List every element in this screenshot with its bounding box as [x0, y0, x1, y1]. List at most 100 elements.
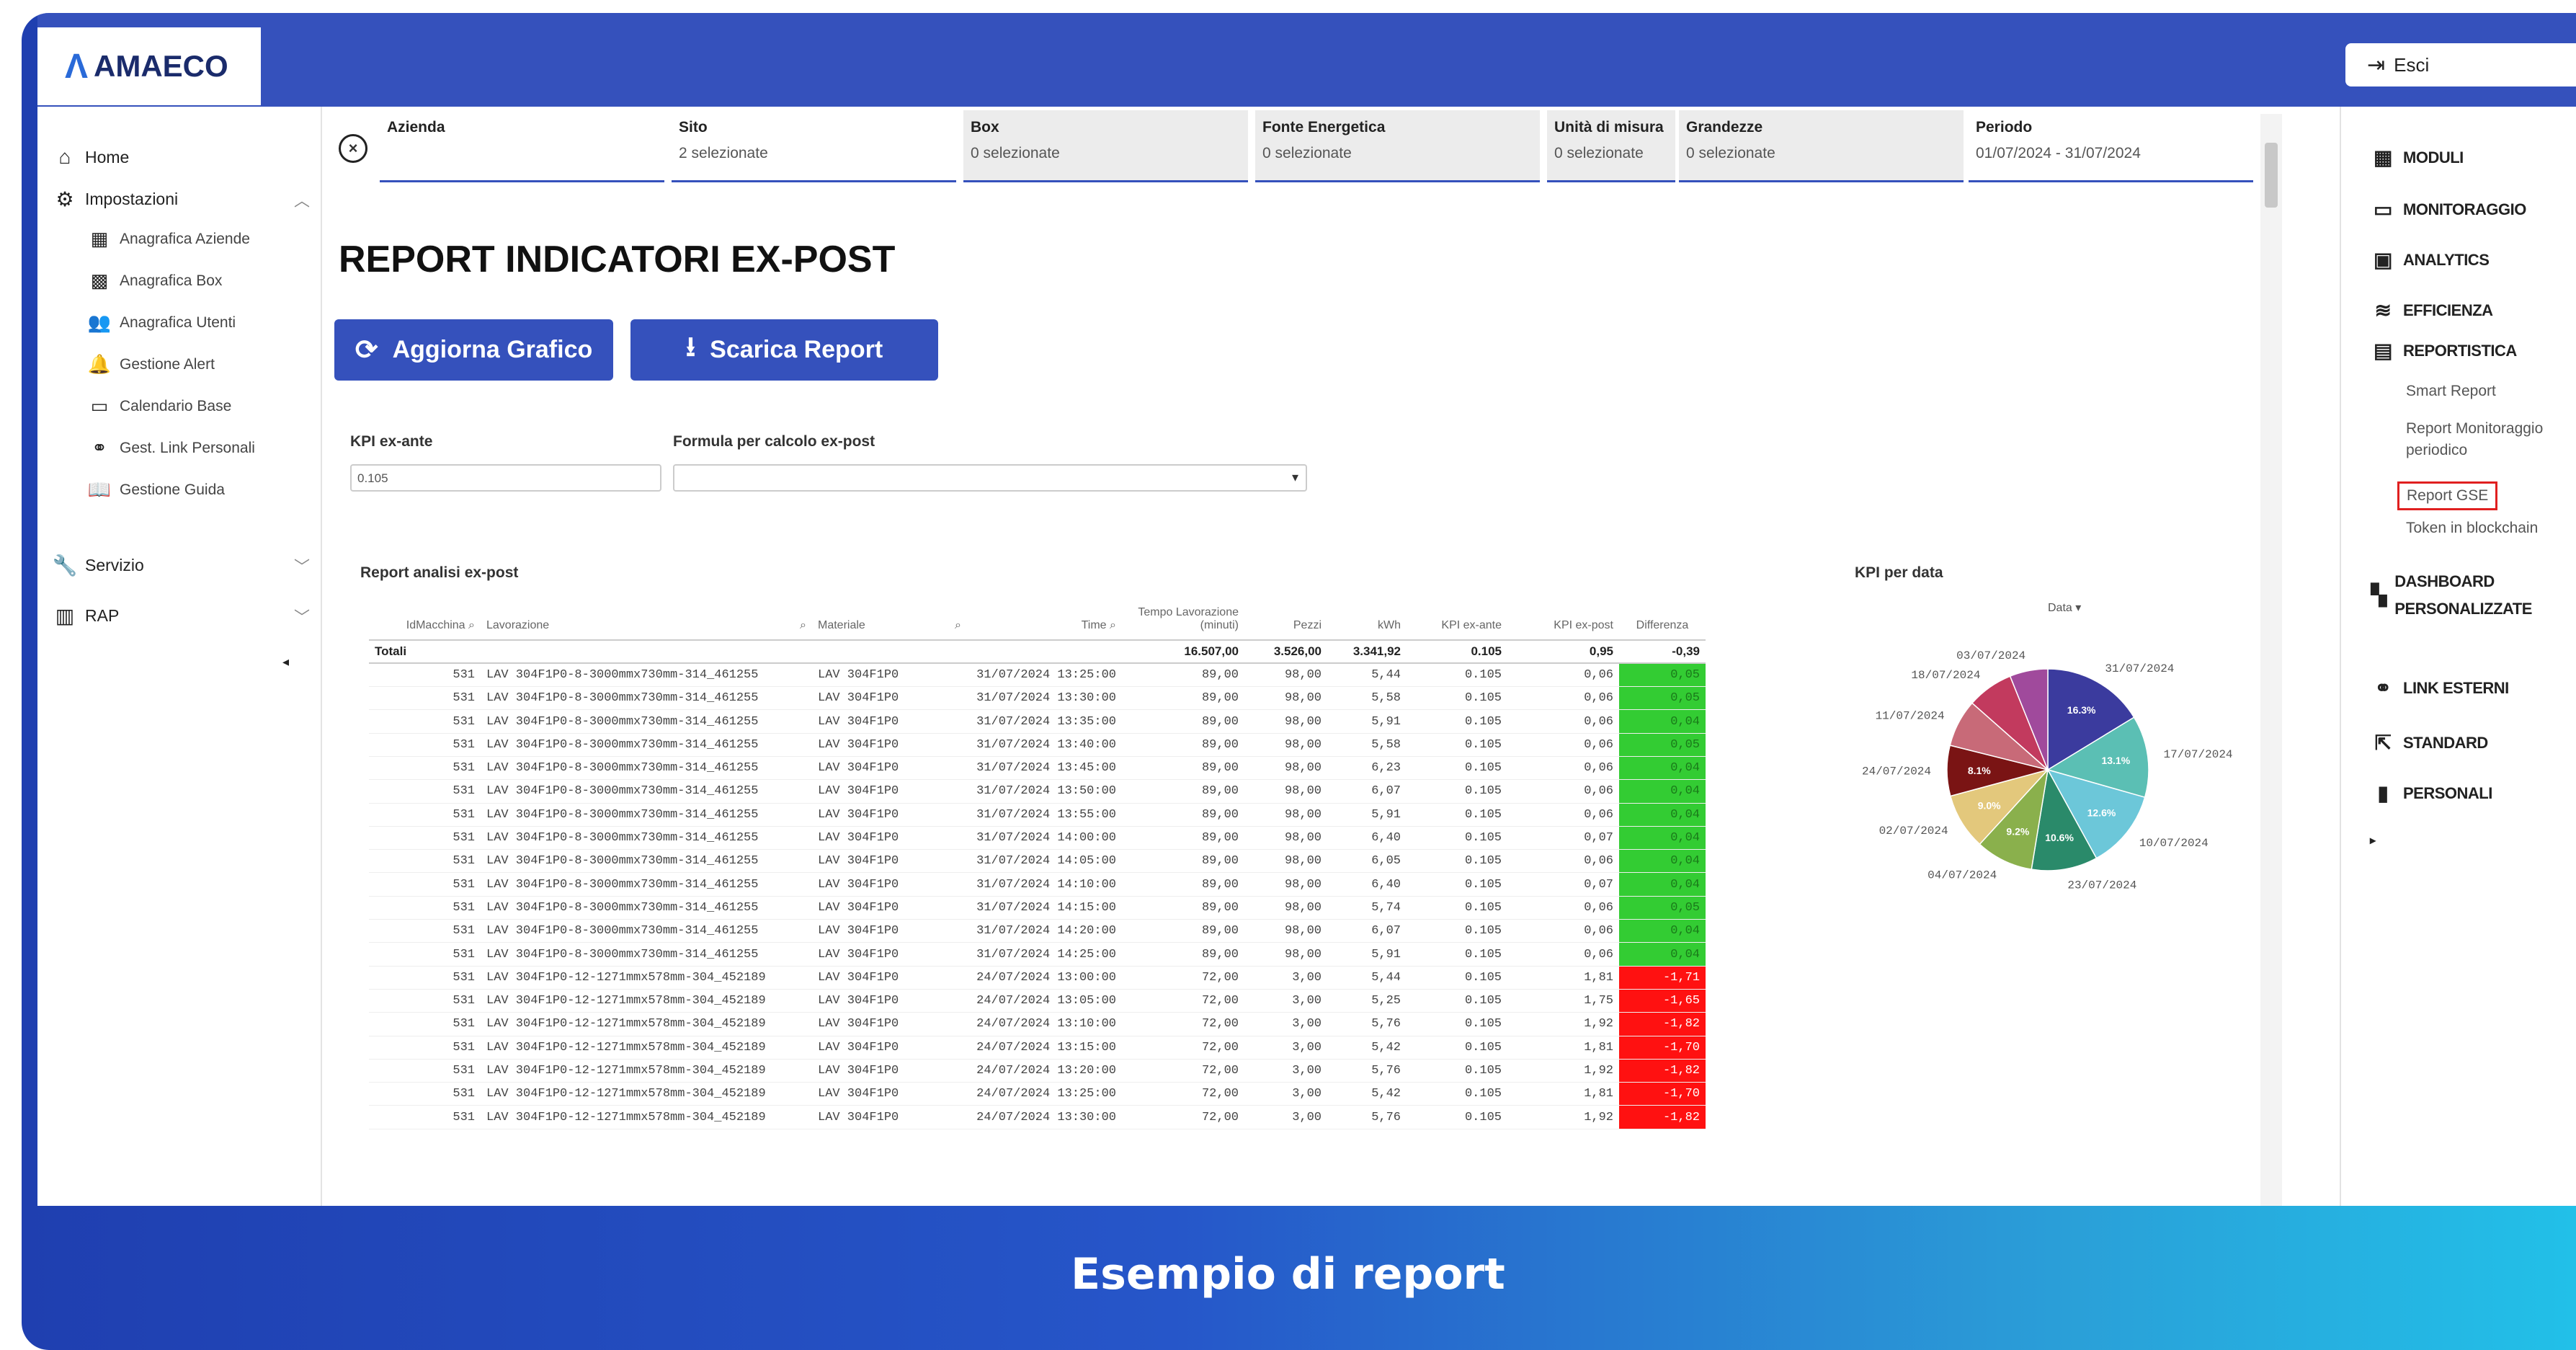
- search-icon[interactable]: ⌕: [1110, 619, 1116, 631]
- filter-sito[interactable]: Sito 2 selezionate: [672, 110, 956, 182]
- table-cell: 98,00: [1244, 826, 1327, 851]
- table-row[interactable]: 531 LAV 304F1P0-8-3000mmx730mm-314_461255…: [369, 919, 1706, 943]
- table-cell: 531: [369, 1082, 481, 1106]
- table-row[interactable]: 531 LAV 304F1P0-8-3000mmx730mm-314_461255…: [369, 826, 1706, 851]
- table-cell: 0.105: [1407, 826, 1507, 851]
- menu-smart-report[interactable]: Smart Report: [2406, 381, 2496, 402]
- sidebar-item-gestione-alert[interactable]: 🔔 Gestione Alert: [85, 353, 215, 376]
- filter-box[interactable]: Box 0 selezionate: [963, 110, 1248, 182]
- menu-monitoraggio[interactable]: ▭ MONITORAGGIO: [2370, 197, 2526, 221]
- filter-unita-di-misura[interactable]: Unità di misura 0 selezionate: [1547, 110, 1675, 182]
- table-row[interactable]: 531 LAV 304F1P0-8-3000mmx730mm-314_461255…: [369, 896, 1706, 920]
- menu-analytics[interactable]: ▣ ANALYTICS: [2370, 248, 2490, 272]
- sidebar-item-impostazioni[interactable]: ⚙ Impostazioni ︿: [50, 187, 310, 211]
- table-row[interactable]: 531 LAV 304F1P0-8-3000mmx730mm-314_461255…: [369, 663, 1706, 688]
- slice-date-label: 24/07/2024: [1862, 765, 1931, 778]
- collapse-sidebar-button[interactable]: ◂: [282, 654, 304, 670]
- menu-reportistica[interactable]: ▤ REPORTISTICA: [2370, 339, 2517, 363]
- col-header-tempo[interactable]: Tempo Lavorazione (minuti): [1122, 590, 1244, 641]
- col-header-lavorazione[interactable]: Lavorazione ⌕: [481, 590, 812, 641]
- table-row[interactable]: 531 LAV 304F1P0-8-3000mmx730mm-314_461255…: [369, 756, 1706, 781]
- menu-personali[interactable]: ▮ PERSONALI: [2370, 781, 2493, 805]
- table-cell: LAV 304F1P0: [812, 709, 967, 734]
- table-cell: 0,06: [1507, 849, 1619, 874]
- col-header-idmacchina[interactable]: IdMacchina ⌕: [369, 590, 481, 641]
- sidebar-item-anagrafica-box[interactable]: ▩ Anagrafica Box: [85, 270, 223, 292]
- sidebar-item-gestione-guida[interactable]: 📖 Gestione Guida: [85, 479, 225, 501]
- table-cell: 24/07/2024 13:15:00: [967, 1036, 1122, 1060]
- table-row[interactable]: 531 LAV 304F1P0-12-1271mmx578mm-304_45218…: [369, 1082, 1706, 1106]
- col-header-time[interactable]: Time ⌕: [967, 590, 1122, 641]
- exit-button[interactable]: ⇥ Esci: [2345, 43, 2576, 86]
- table-cell: 98,00: [1244, 779, 1327, 804]
- scrollbar-thumb[interactable]: [2265, 143, 2278, 208]
- sidebar-item-calendario-base[interactable]: ▭ Calendario Base: [85, 395, 232, 417]
- table-row[interactable]: 531 LAV 304F1P0-12-1271mmx578mm-304_45218…: [369, 1012, 1706, 1036]
- col-header-kpi-ex-post[interactable]: KPI ex-post: [1507, 590, 1619, 641]
- filter-periodo[interactable]: Periodo 01/07/2024 - 31/07/2024: [1969, 110, 2253, 182]
- filter-azienda[interactable]: Azienda: [380, 110, 664, 182]
- legend-title[interactable]: Data ▾: [2048, 600, 2081, 615]
- table-row[interactable]: 531 LAV 304F1P0-8-3000mmx730mm-314_461255…: [369, 686, 1706, 711]
- sidebar-item-anagrafica-aziende[interactable]: ▦ Anagrafica Aziende: [85, 228, 250, 250]
- table-cell: 31/07/2024 13:55:00: [967, 803, 1122, 827]
- main-scrollbar[interactable]: [2260, 114, 2282, 1206]
- sidebar-item-gest-link-personali[interactable]: ⚭ Gest. Link Personali: [85, 437, 255, 459]
- menu-dashboard[interactable]: ▚ DASHBOARD PERSONALIZZATE: [2370, 568, 2557, 623]
- menu-report-monitoraggio[interactable]: Report Monitoraggio periodico: [2406, 418, 2572, 461]
- sidebar-item-rap[interactable]: ▥ RAP ﹀: [50, 604, 310, 628]
- analytics-icon: ▣: [2374, 249, 2392, 271]
- menu-token-blockchain[interactable]: Token in blockchain: [2406, 518, 2538, 539]
- sidebar-item-home[interactable]: ⌂ Home: [50, 146, 310, 169]
- table-cell: 0.105: [1407, 966, 1507, 990]
- slice-percent-label: 16.3%: [2067, 704, 2096, 716]
- sidebar-item-label: RAP: [85, 606, 120, 625]
- filter-fonte-energetica[interactable]: Fonte Energetica 0 selezionate: [1255, 110, 1540, 182]
- formula-select[interactable]: ▾: [673, 464, 1307, 492]
- table-cell: 31/07/2024 13:25:00: [967, 663, 1122, 688]
- table-row[interactable]: 531 LAV 304F1P0-8-3000mmx730mm-314_461255…: [369, 849, 1706, 874]
- table-cell: 0,06: [1507, 803, 1619, 827]
- search-icon[interactable]: ⌕: [800, 619, 806, 632]
- expand-arrow-icon[interactable]: ▸: [2370, 833, 2376, 848]
- total-kpi-ex-ante: 0.105: [1407, 640, 1507, 665]
- table-cell: 0.105: [1407, 686, 1507, 711]
- search-icon[interactable]: ⌕: [468, 619, 475, 631]
- col-header-differenza[interactable]: Differenza: [1619, 590, 1706, 641]
- menu-efficienza[interactable]: ≋ EFFICIENZA: [2370, 298, 2494, 322]
- app-logo[interactable]: Λ AMAECO: [37, 27, 261, 105]
- table-row[interactable]: 531 LAV 304F1P0-8-3000mmx730mm-314_461255…: [369, 733, 1706, 757]
- table-row[interactable]: 531 LAV 304F1P0-8-3000mmx730mm-314_461255…: [369, 872, 1706, 897]
- table-cell: 531: [369, 989, 481, 1013]
- table-row[interactable]: 531 LAV 304F1P0-12-1271mmx578mm-304_45218…: [369, 989, 1706, 1013]
- table-row[interactable]: 531 LAV 304F1P0-12-1271mmx578mm-304_45218…: [369, 1036, 1706, 1060]
- col-header-kwh[interactable]: kWh: [1327, 590, 1407, 641]
- table-row[interactable]: 531 LAV 304F1P0-12-1271mmx578mm-304_45218…: [369, 966, 1706, 990]
- scarica-report-button[interactable]: ⭳ Scarica Report: [630, 319, 938, 381]
- sidebar-item-label: Impostazioni: [85, 190, 179, 208]
- sidebar-item-anagrafica-utenti[interactable]: 👥 Anagrafica Utenti: [85, 311, 236, 334]
- col-header-kpi-ex-ante[interactable]: KPI ex-ante: [1407, 590, 1507, 641]
- kpi-ex-ante-input[interactable]: 0.105: [350, 464, 661, 492]
- monitor-icon: ▭: [2374, 198, 2392, 221]
- table-cell: 3,00: [1244, 1105, 1327, 1129]
- table-row[interactable]: 531 LAV 304F1P0-8-3000mmx730mm-314_461255…: [369, 803, 1706, 827]
- table-row[interactable]: 531 LAV 304F1P0-12-1271mmx578mm-304_45218…: [369, 1059, 1706, 1083]
- sidebar-item-servizio[interactable]: 🔧 Servizio ﹀: [50, 554, 310, 577]
- menu-standard[interactable]: ⇱ STANDARD: [2370, 731, 2489, 755]
- col-header-materiale[interactable]: Materiale ⌕: [812, 590, 967, 641]
- col-header-pezzi[interactable]: Pezzi: [1244, 590, 1327, 641]
- table-row[interactable]: 531 LAV 304F1P0-12-1271mmx578mm-304_45218…: [369, 1105, 1706, 1129]
- menu-link-esterni[interactable]: ⚭ LINK ESTERNI: [2370, 676, 2510, 700]
- aggiorna-grafico-button[interactable]: ⟳ Aggiorna Grafico: [334, 319, 613, 381]
- search-icon[interactable]: ⌕: [955, 619, 961, 632]
- table-cell: 89,00: [1122, 896, 1244, 920]
- menu-report-gse[interactable]: Report GSE: [2397, 481, 2498, 510]
- table-cell: 531: [369, 942, 481, 967]
- table-row[interactable]: 531 LAV 304F1P0-8-3000mmx730mm-314_461255…: [369, 942, 1706, 967]
- table-cell: 0,06: [1507, 779, 1619, 804]
- clear-filters-icon[interactable]: ×: [339, 134, 367, 163]
- table-row[interactable]: 531 LAV 304F1P0-8-3000mmx730mm-314_461255…: [369, 779, 1706, 804]
- filter-grandezze[interactable]: Grandezze 0 selezionate: [1679, 110, 1964, 182]
- table-row[interactable]: 531 LAV 304F1P0-8-3000mmx730mm-314_461255…: [369, 709, 1706, 734]
